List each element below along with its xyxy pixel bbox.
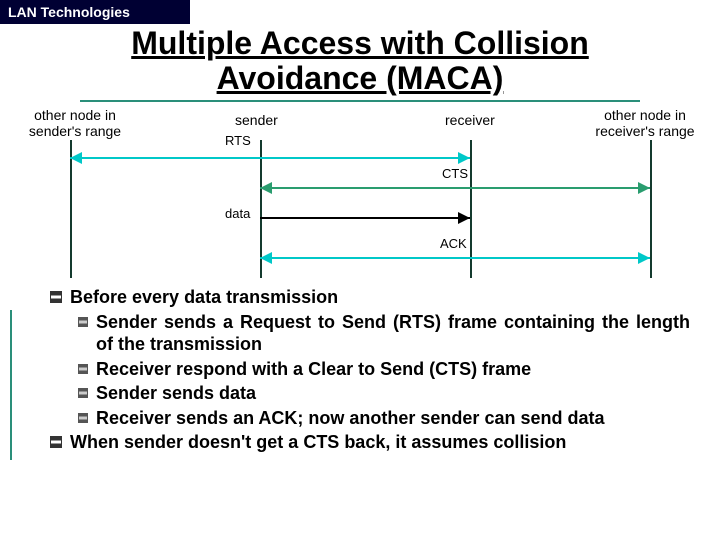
- section-header: LAN Technologies: [0, 0, 190, 24]
- bullet-icon: [78, 388, 88, 398]
- data-label: data: [225, 206, 250, 221]
- bullet-icon: [78, 364, 88, 374]
- label-sender: sender: [235, 113, 278, 128]
- bullet-text: Receiver respond with a Clear to Send (C…: [96, 358, 531, 381]
- bullet-text: Sender sends a Request to Send (RTS) fra…: [96, 311, 690, 356]
- bullet-icon: [50, 291, 62, 303]
- bullet-sub-2: Receiver respond with a Clear to Send (C…: [78, 358, 690, 381]
- bullet-icon: [78, 317, 88, 327]
- ack-label: ACK: [440, 236, 467, 251]
- cts-arrow: [260, 182, 650, 194]
- bullet-sub-3: Sender sends data: [78, 382, 690, 405]
- data-arrow: [260, 212, 470, 224]
- bullet-icon: [78, 413, 88, 423]
- bullet-main-1: Before every data transmission: [50, 286, 690, 309]
- slide-title: Multiple Access with Collision Avoidance…: [80, 26, 640, 102]
- bullet-text: Receiver sends an ACK; now another sende…: [96, 407, 604, 430]
- bullet-main-2: When sender doesn't get a CTS back, it a…: [50, 431, 690, 454]
- label-other-sender: other node in sender's range: [15, 108, 135, 139]
- side-accent-line: [10, 310, 12, 460]
- ack-arrow: [260, 252, 650, 264]
- bullet-list: Before every data transmission Sender se…: [50, 286, 690, 454]
- bullet-text: When sender doesn't get a CTS back, it a…: [70, 431, 566, 454]
- label-other-receiver: other node in receiver's range: [580, 108, 710, 139]
- bullet-sub-1: Sender sends a Request to Send (RTS) fra…: [78, 311, 690, 356]
- bullet-text: Before every data transmission: [70, 286, 338, 309]
- cts-label: CTS: [442, 166, 468, 181]
- rts-arrow: [70, 152, 470, 164]
- bullet-sub-4: Receiver sends an ACK; now another sende…: [78, 407, 690, 430]
- rts-label: RTS: [225, 133, 251, 148]
- label-receiver: receiver: [445, 113, 495, 128]
- bullet-text: Sender sends data: [96, 382, 256, 405]
- timeline-other-receiver: [650, 140, 652, 278]
- maca-diagram: other node in sender's range sender rece…: [10, 108, 710, 278]
- bullet-icon: [50, 436, 62, 448]
